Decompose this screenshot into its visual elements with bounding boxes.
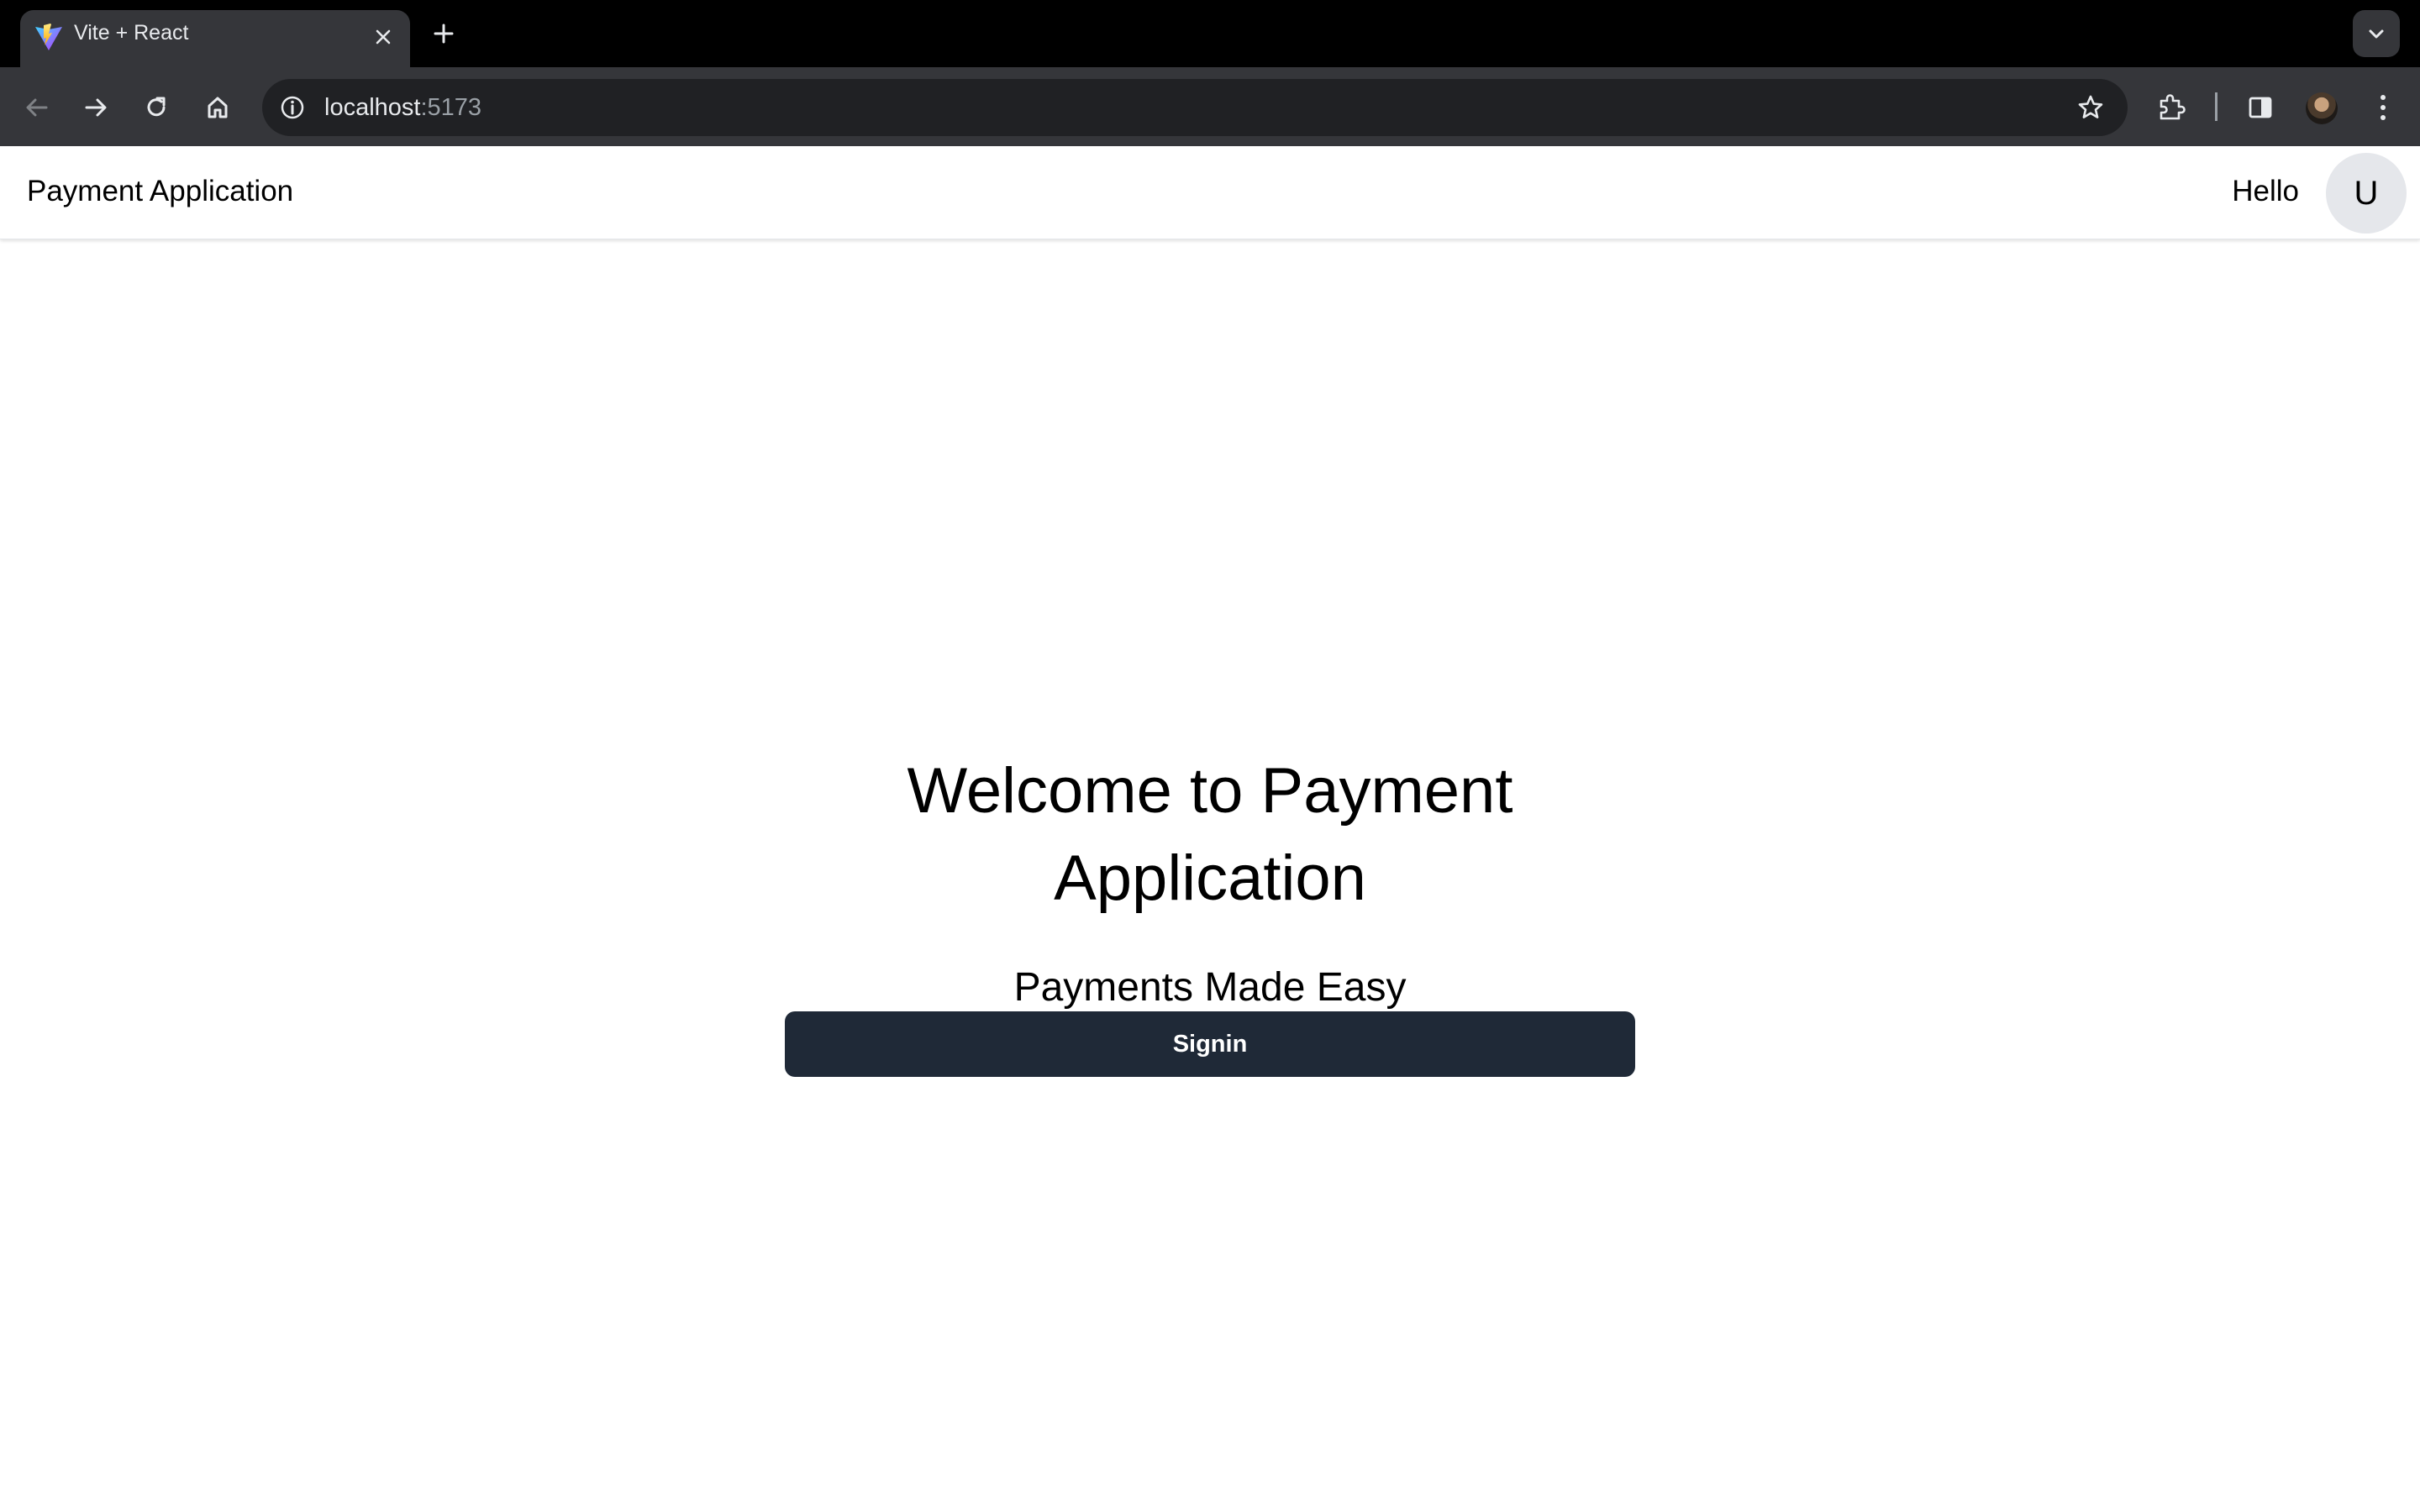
tab-title: Vite + React: [74, 21, 189, 45]
close-icon[interactable]: [366, 20, 400, 54]
browser-tab-strip: Vite + React: [0, 0, 2420, 67]
toolbar-divider: [2215, 92, 2217, 121]
url-text: localhost:5173: [324, 94, 481, 122]
site-info-icon[interactable]: [274, 89, 311, 126]
hero-section: Welcome to Payment Application Payments …: [785, 748, 1635, 1013]
browser-toolbar: localhost:5173: [0, 67, 2420, 146]
plus-icon[interactable]: [427, 17, 460, 50]
page-subtitle: Payments Made Easy: [1013, 965, 1407, 1010]
app-title: Payment Application: [27, 175, 294, 207]
arrow-left-icon[interactable]: [13, 84, 60, 131]
chevron-down-icon[interactable]: [2353, 10, 2400, 57]
kebab-menu-icon[interactable]: [2360, 84, 2407, 131]
greeting-text: Hello: [2232, 175, 2299, 207]
extensions-icon[interactable]: [2148, 84, 2195, 131]
url-port: :5173: [420, 94, 482, 121]
vite-logo-icon: [34, 22, 64, 52]
page-title: Welcome to Payment Application: [907, 755, 1513, 914]
address-bar[interactable]: localhost:5173: [262, 79, 2128, 136]
side-panel-icon[interactable]: [2237, 84, 2284, 131]
avatar-initial: U: [2354, 174, 2379, 212]
star-icon[interactable]: [2072, 89, 2109, 126]
reload-icon[interactable]: [133, 84, 180, 131]
app-header: Payment Application Hello U: [0, 146, 2420, 239]
profile-avatar[interactable]: [2306, 92, 2338, 124]
home-icon[interactable]: [194, 84, 241, 131]
browser-tab[interactable]: Vite + React: [20, 10, 410, 67]
arrow-right-icon[interactable]: [72, 84, 119, 131]
avatar[interactable]: U: [2326, 153, 2407, 234]
url-host: localhost: [324, 94, 421, 121]
signin-button[interactable]: Signin: [785, 1011, 1635, 1077]
